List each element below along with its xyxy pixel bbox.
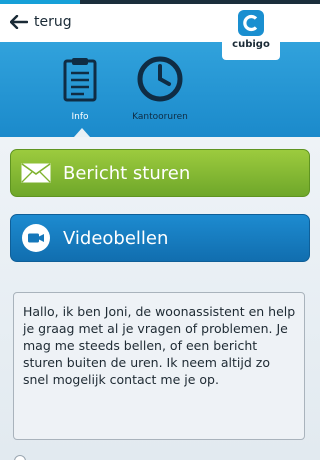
cubigo-logo-icon [238,10,264,36]
back-button[interactable]: terug [10,14,72,30]
clipboard-icon [62,58,98,106]
send-message-button[interactable]: Bericht sturen [10,149,310,197]
logo-text: cubigo [232,39,270,50]
bottom-radio[interactable] [14,455,26,460]
arrow-left-icon [10,15,28,29]
info-text-box: Hallo, ik ben Joni, de woonassistent en … [13,292,305,440]
tab-info[interactable]: Info [40,56,120,122]
tab-kantooruren[interactable]: Kantooruren [120,56,200,122]
back-label: terug [34,14,72,30]
video-camera-icon [11,223,61,253]
main-content: Bericht sturen Videobellen Hallo, ik ben… [0,137,320,460]
envelope-icon [11,163,61,183]
info-text: Hallo, ik ben Joni, de woonassistent en … [23,304,296,387]
video-call-button[interactable]: Videobellen [10,214,310,262]
video-call-label: Videobellen [63,227,169,249]
cubigo-logo: cubigo [222,4,280,60]
tab-kantooruren-label: Kantooruren [132,112,188,122]
clock-icon [136,56,184,106]
selected-tab-indicator [74,128,90,137]
send-message-label: Bericht sturen [63,162,191,184]
tab-info-label: Info [71,112,89,122]
